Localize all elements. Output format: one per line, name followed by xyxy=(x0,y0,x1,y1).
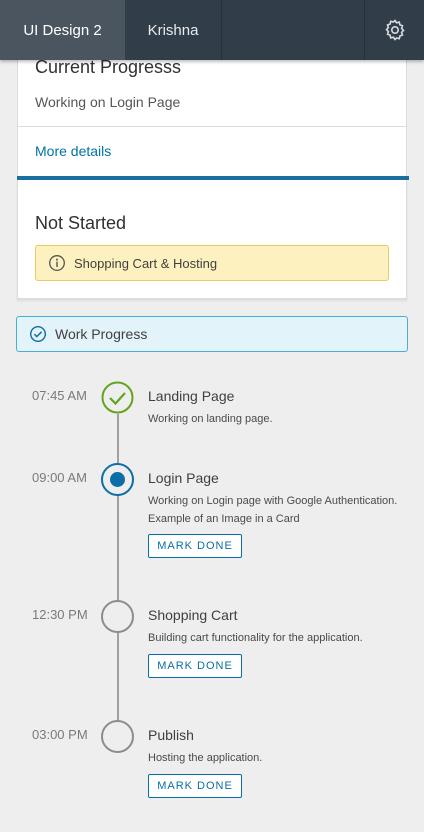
card-title: Not Started xyxy=(35,213,127,233)
work-progress-banner: Work Progress xyxy=(16,316,408,352)
step-time: 12:30 PM xyxy=(32,607,88,622)
card-divider xyxy=(18,126,406,127)
app-header: UI Design 2 Krishna xyxy=(0,0,424,60)
current-dot-icon xyxy=(110,472,125,487)
tab-krishna[interactable]: Krishna xyxy=(125,0,222,60)
more-details-link[interactable]: More details xyxy=(35,143,111,159)
step-description: Hosting the application. xyxy=(148,752,263,764)
tab-ui-design-2[interactable]: UI Design 2 xyxy=(0,0,125,60)
header-spacer xyxy=(222,0,364,60)
settings-button[interactable] xyxy=(364,0,424,60)
card-subtitle: Working on Login Page xyxy=(35,94,181,110)
step-status-marker xyxy=(101,463,134,496)
check-circle-icon xyxy=(101,381,134,414)
step-name: Shopping Cart xyxy=(148,607,238,623)
gear-icon xyxy=(384,19,405,41)
step-status-marker xyxy=(101,720,134,753)
step-description: Working on landing page. xyxy=(148,413,273,425)
not-started-card: Not Started Shopping Cart & Hosting xyxy=(17,180,407,299)
check-circle-icon xyxy=(29,325,47,343)
info-icon xyxy=(49,255,65,271)
step-status-marker xyxy=(101,381,134,414)
timeline-line xyxy=(117,412,119,740)
mark-done-button[interactable]: MARK DONE xyxy=(148,774,242,798)
step-name: Landing Page xyxy=(148,388,235,404)
step-description: Working on Login page with Google Authen… xyxy=(148,495,398,525)
step-time: 09:00 AM xyxy=(32,470,87,485)
step-name: Publish xyxy=(148,727,194,743)
alert-text: Shopping Cart & Hosting xyxy=(74,255,218,271)
step-time: 03:00 PM xyxy=(32,727,88,742)
banner-text: Work Progress xyxy=(55,326,148,342)
step-description: Building cart functionality for the appl… xyxy=(148,632,363,644)
step-time: 07:45 AM xyxy=(32,388,87,403)
current-progress-card: Current Progresss Working on Login Page … xyxy=(17,56,409,180)
mark-done-button[interactable]: MARK DONE xyxy=(148,654,242,678)
mark-done-button[interactable]: MARK DONE xyxy=(148,534,242,558)
warning-alert: Shopping Cart & Hosting xyxy=(35,245,389,281)
step-status-marker xyxy=(101,600,134,633)
step-name: Login Page xyxy=(148,470,219,486)
